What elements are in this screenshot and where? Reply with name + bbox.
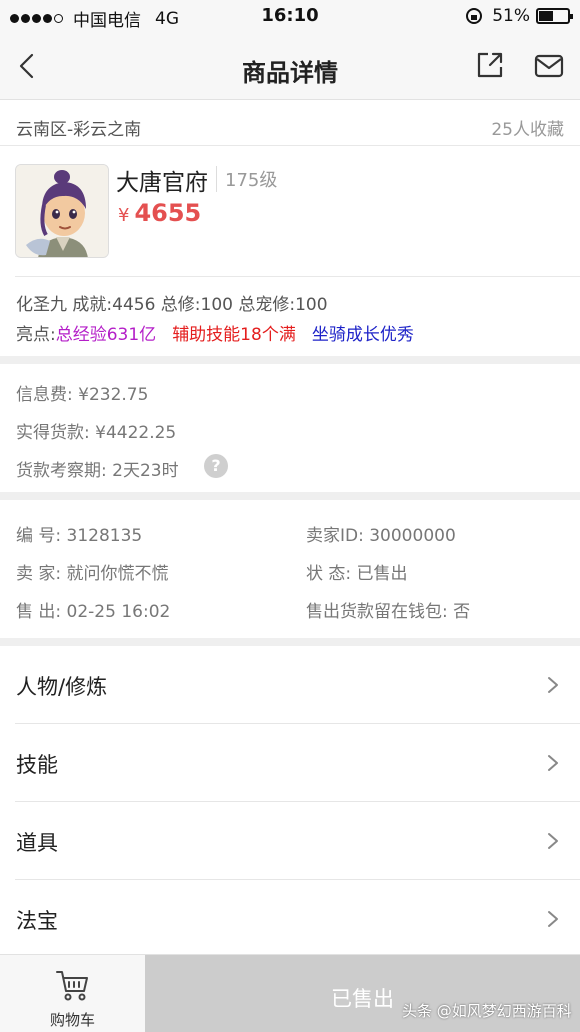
character-stats: 化圣九 成就:4456 总修:100 总宠修:100 — [16, 295, 328, 315]
mail-icon[interactable] — [534, 53, 564, 79]
review-period: 货款考察期: 2天23时 — [16, 461, 179, 481]
question-icon[interactable]: ? — [204, 454, 228, 478]
region-row: 云南区-彩云之南 25人收藏 — [0, 100, 580, 146]
info-fee: 信息费: ¥232.75 — [16, 385, 149, 405]
server-region: 云南区-彩云之南 — [16, 120, 142, 140]
menu-item-character[interactable]: 人物/修炼 — [0, 646, 580, 724]
sold-time: 售 出: 02-25 16:02 — [16, 602, 171, 622]
divider — [15, 276, 580, 277]
highlight-tag: 坐骑成长优秀 — [311, 325, 414, 345]
listing-id: 编 号: 3128135 — [16, 526, 143, 546]
menu-item-label: 道具 — [16, 831, 58, 855]
cart-label: 购物车 — [49, 1011, 95, 1029]
battery-percent: 51% — [492, 6, 530, 26]
status-bar: 中国电信 4G 16:10 51% — [0, 0, 580, 34]
menu-item-skills[interactable]: 技能 — [0, 724, 580, 802]
shopping-cart-icon — [56, 971, 88, 1001]
nav-bar: 商品详情 — [0, 34, 580, 100]
cart-button[interactable]: 购物车 — [0, 955, 145, 1032]
rotation-lock-icon — [466, 8, 483, 24]
highlight-tag: 辅助技能18个满 — [172, 325, 296, 345]
menu-item-label: 技能 — [16, 753, 58, 777]
listing-status: 状 态: 已售出 — [306, 564, 408, 584]
favorite-count: 25人收藏 — [491, 120, 564, 140]
price: ¥ 4655 — [118, 199, 201, 227]
menu-item-label: 人物/修炼 — [16, 675, 108, 699]
price-value: 4655 — [134, 199, 202, 227]
character-class: 大唐官府 — [116, 170, 208, 196]
watermark: 头条 @如风梦幻西游百科 — [402, 1002, 572, 1020]
chevron-right-icon — [548, 755, 558, 771]
avatar-illustration — [16, 165, 108, 257]
section-gap — [0, 638, 580, 646]
character-avatar[interactable] — [15, 164, 109, 258]
section-gap — [0, 492, 580, 500]
highlights-row: 亮点: 总经验631亿 辅助技能18个满 坐骑成长优秀 — [16, 320, 414, 345]
highlight-tag: 总经验631亿 — [55, 325, 157, 345]
highlights-label: 亮点: — [16, 325, 56, 345]
section-gap — [0, 356, 580, 364]
seller-id: 卖家ID: 30000000 — [306, 526, 456, 546]
menu-item-treasures[interactable]: 法宝 — [0, 880, 580, 958]
keep-in-wallet: 售出货款留在钱包: 否 — [306, 602, 471, 622]
battery-icon — [536, 8, 573, 24]
status-right: 51% — [466, 6, 573, 26]
battery-fill — [539, 11, 554, 21]
currency-symbol: ¥ — [118, 205, 130, 226]
payout-amount: 实得货款: ¥4422.25 — [16, 423, 177, 443]
menu-item-label: 法宝 — [16, 909, 58, 933]
chevron-right-icon — [548, 677, 558, 693]
character-level: 175级 — [216, 166, 277, 192]
menu-item-items[interactable]: 道具 — [0, 802, 580, 880]
chevron-right-icon — [548, 911, 558, 927]
chevron-right-icon — [548, 833, 558, 849]
share-external-icon[interactable] — [476, 51, 504, 79]
seller-name: 卖 家: 就问你慌不慌 — [16, 564, 169, 584]
